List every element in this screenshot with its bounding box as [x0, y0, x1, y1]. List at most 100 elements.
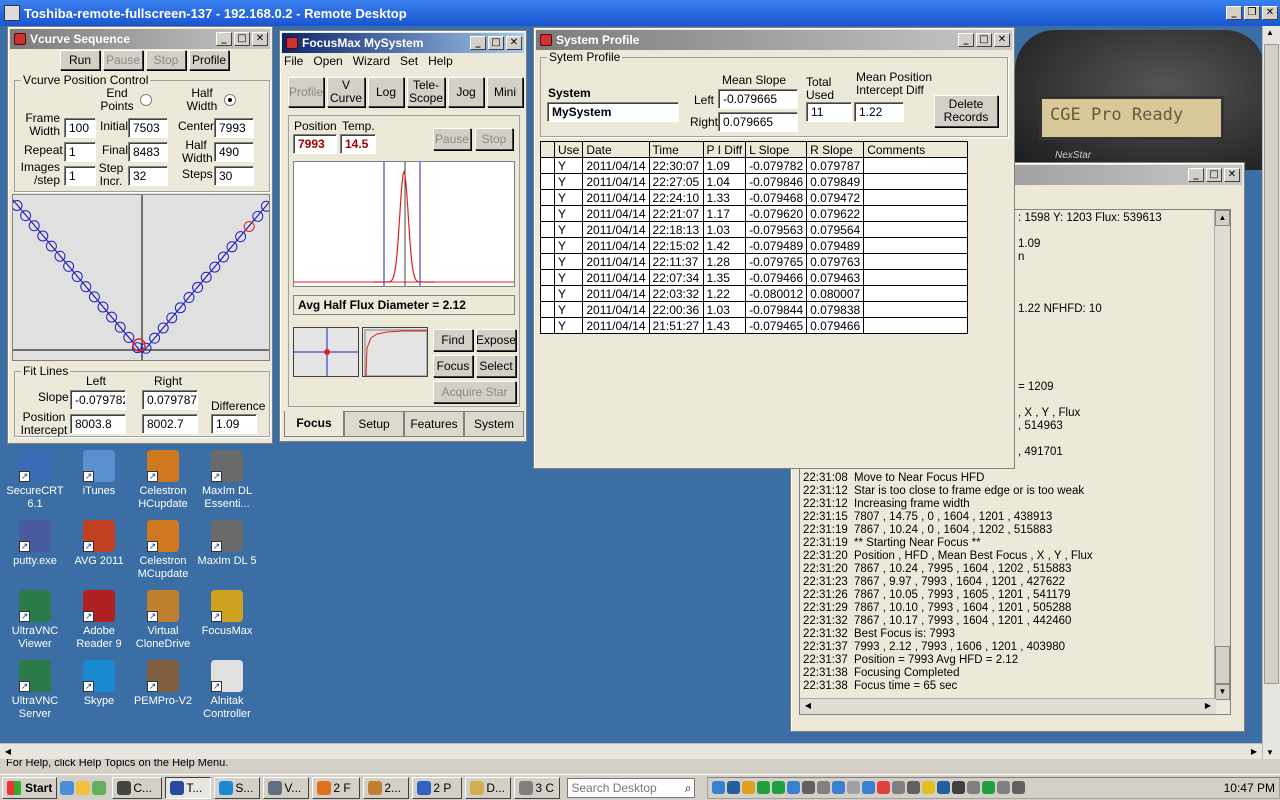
desktop-icon[interactable]: ↗ SecureCRT 6.1: [0, 450, 70, 511]
table-row[interactable]: Y 2011/04/14 22:03:32 1.22 -0.080012 0.080007: [540, 285, 969, 302]
quicklaunch-ie-icon[interactable]: [60, 780, 75, 795]
tab-system[interactable]: System: [464, 411, 524, 437]
close-icon[interactable]: ✕: [994, 33, 1010, 47]
scroll-up-icon[interactable]: ▲: [1215, 210, 1230, 226]
maximize-icon[interactable]: □: [488, 36, 504, 50]
column-header[interactable]: Comments: [863, 141, 969, 158]
slope-left-field[interactable]: -0.079782: [70, 390, 126, 410]
half-width-field[interactable]: 490: [214, 142, 254, 162]
taskbar-button[interactable]: 2...: [363, 776, 410, 799]
column-header[interactable]: Use: [553, 141, 584, 158]
taskbar-button[interactable]: C...: [112, 776, 163, 799]
slope-right-field[interactable]: 0.079787: [142, 390, 198, 410]
column-header[interactable]: Date: [582, 141, 650, 158]
row-selector-cell[interactable]: [540, 301, 555, 318]
desktop-icon[interactable]: ↗ UltraVNC Server: [0, 660, 70, 721]
scroll-down-icon[interactable]: ▼: [1266, 748, 1274, 757]
tray-icon[interactable]: [712, 781, 726, 794]
jog-tool-button[interactable]: Jog: [448, 77, 484, 107]
intercept-left-field[interactable]: 8003.8: [70, 414, 126, 434]
close-icon[interactable]: ✕: [252, 32, 268, 46]
desktop-icon[interactable]: ↗ Celestron MCupdate: [128, 520, 198, 581]
find-button[interactable]: Find: [433, 329, 473, 351]
scroll-down-icon[interactable]: ▼: [1215, 684, 1230, 700]
tray-icon[interactable]: [907, 781, 921, 794]
images-field[interactable]: 1: [64, 166, 96, 186]
scroll-left-icon[interactable]: ◀: [0, 744, 16, 759]
remote-vscrollbar[interactable]: ▲ ▼: [1262, 26, 1280, 759]
close-icon[interactable]: ✕: [506, 36, 522, 50]
mean-position-field[interactable]: 1.22: [854, 102, 904, 122]
column-header[interactable]: [540, 141, 555, 158]
menu-item-file[interactable]: File: [284, 54, 303, 72]
restore-icon[interactable]: ❐: [1244, 6, 1260, 20]
repeat-field[interactable]: 1: [64, 142, 96, 162]
table-row[interactable]: Y 2011/04/14 22:00:36 1.03 -0.079844 0.079838: [540, 301, 969, 318]
table-row[interactable]: Y 2011/04/14 22:24:10 1.33 -0.079468 0.079472: [540, 189, 969, 206]
tray-icon[interactable]: [757, 781, 771, 794]
expose-button[interactable]: Expose: [476, 329, 516, 351]
column-header[interactable]: Time: [648, 141, 704, 158]
row-selector-cell[interactable]: [540, 237, 555, 254]
minimize-icon[interactable]: _: [958, 33, 974, 47]
step-incr-field[interactable]: 32: [128, 166, 168, 186]
quicklaunch-desktop-icon[interactable]: [76, 780, 91, 795]
stop-button[interactable]: Stop: [146, 50, 186, 70]
focus-pause-button[interactable]: Pause: [433, 128, 471, 150]
minimize-icon[interactable]: _: [1188, 168, 1204, 182]
end-points-radio[interactable]: [140, 94, 152, 106]
steps-field[interactable]: 30: [214, 166, 254, 186]
desktop-icon[interactable]: ↗ FocusMax: [192, 590, 262, 638]
scroll-right-icon[interactable]: ▶: [1246, 744, 1262, 759]
half-width-radio[interactable]: [224, 94, 236, 106]
tray-icon[interactable]: [772, 781, 786, 794]
tray-icon[interactable]: [862, 781, 876, 794]
close-icon[interactable]: ✕: [1224, 168, 1240, 182]
maximize-icon[interactable]: □: [976, 33, 992, 47]
delete-records-button[interactable]: Delete Records: [934, 95, 998, 127]
taskbar-button[interactable]: 3 C: [514, 776, 561, 799]
table-row[interactable]: Y 2011/04/14 22:30:07 1.09 -0.079782 0.079787: [540, 157, 969, 174]
tray-icon[interactable]: [787, 781, 801, 794]
minimize-icon[interactable]: _: [470, 36, 486, 50]
tray-icon[interactable]: [1012, 781, 1026, 794]
tab-features[interactable]: Features: [404, 411, 464, 437]
remote-hscrollbar[interactable]: ◀ ▶: [0, 743, 1262, 759]
focus-button[interactable]: Focus: [433, 355, 473, 377]
tray-icon[interactable]: [982, 781, 996, 794]
mean-slope-left-field[interactable]: -0.079665: [718, 89, 798, 109]
desktop-icon[interactable]: ↗ MaxIm DL 5: [192, 520, 262, 568]
tray-icon[interactable]: [937, 781, 951, 794]
taskbar-button[interactable]: V...: [263, 776, 310, 799]
desktop-icon[interactable]: ↗ Adobe Reader 9: [64, 590, 134, 651]
desktop-icon[interactable]: ↗ Skype: [64, 660, 134, 708]
scroll-thumb[interactable]: [1215, 646, 1230, 684]
search-desktop-field[interactable]: ⌕: [567, 777, 696, 798]
table-row[interactable]: Y 2011/04/14 22:27:05 1.04 -0.079846 0.079849: [540, 173, 969, 190]
desktop-icon[interactable]: ↗ Alnitak Controller: [192, 660, 262, 721]
center-field[interactable]: 7993: [214, 118, 254, 138]
desktop-icon[interactable]: ↗ AVG 2011: [64, 520, 134, 568]
search-icon[interactable]: ⌕: [685, 781, 692, 796]
menu-item-wizard[interactable]: Wizard: [353, 54, 390, 72]
profile-tool-button[interactable]: Profile: [288, 77, 324, 107]
tray-icon[interactable]: [742, 781, 756, 794]
maximize-icon[interactable]: □: [1206, 168, 1222, 182]
scroll-right-icon[interactable]: ▶: [1200, 699, 1216, 714]
row-selector-cell[interactable]: [540, 269, 555, 286]
intercept-right-field[interactable]: 8002.7: [142, 414, 198, 434]
desktop-icon[interactable]: ↗ PEMPro-V2: [128, 660, 198, 708]
menu-item-set[interactable]: Set: [400, 54, 418, 72]
tray-icon[interactable]: [997, 781, 1011, 794]
desktop-icon[interactable]: ↗ Celestron HCupdate: [128, 450, 198, 511]
tray-icon[interactable]: [892, 781, 906, 794]
search-input[interactable]: [568, 778, 673, 797]
pause-button[interactable]: Pause: [103, 50, 143, 70]
mean-slope-right-field[interactable]: 0.079665: [718, 112, 798, 132]
scroll-up-icon[interactable]: ▲: [1266, 28, 1274, 37]
column-header[interactable]: R Slope: [806, 141, 865, 158]
column-header[interactable]: P I Diff: [702, 141, 747, 158]
row-selector-cell[interactable]: [540, 205, 555, 222]
row-selector-cell[interactable]: [540, 189, 555, 206]
desktop-icon[interactable]: ↗ putty.exe: [0, 520, 70, 568]
